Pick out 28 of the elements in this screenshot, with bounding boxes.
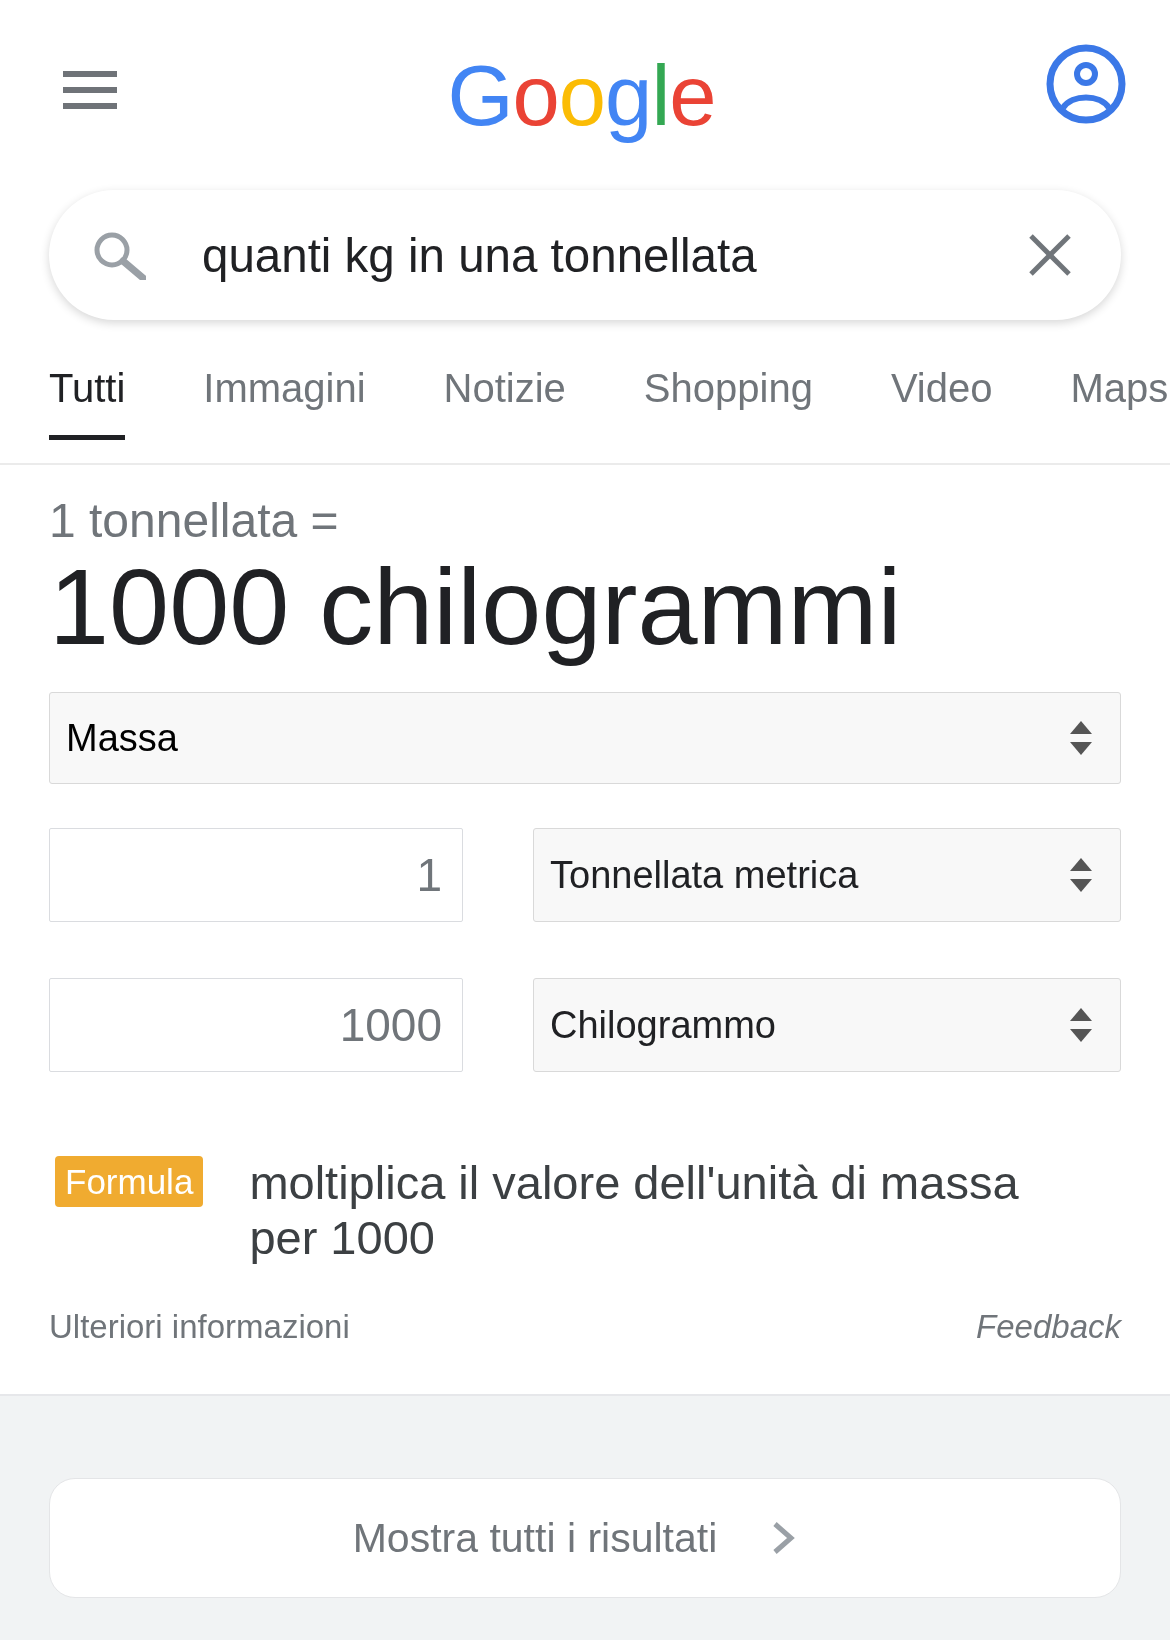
sort-arrows-icon (1070, 1008, 1092, 1042)
chevron-right-icon (771, 1520, 796, 1556)
quantity-select[interactable]: Massa (49, 692, 1121, 784)
sort-arrows-icon (1070, 721, 1092, 755)
formula-text: moltiplica il valore dell'unità di massa per 1000 (249, 1155, 1020, 1265)
tab[interactable]: Tutti (49, 365, 126, 440)
more-info-link[interactable]: Ulteriori informazioni (49, 1307, 350, 1347)
equation-text: 1 tonnellata = (49, 493, 340, 549)
tab[interactable]: Immagini (203, 365, 366, 440)
unit-select[interactable]: Chilogrammo (533, 978, 1121, 1072)
menu-icon[interactable] (63, 71, 117, 109)
tab[interactable]: Video (890, 365, 993, 440)
logo[interactable]: Google (447, 48, 716, 144)
sort-arrows-icon (1070, 858, 1092, 892)
result-text: 1000 chilogrammi (49, 549, 903, 665)
tab[interactable]: Notizie (443, 365, 566, 440)
feedback-link[interactable]: Feedback (976, 1307, 1121, 1347)
unit-select[interactable]: Tonnellata metrica (533, 828, 1121, 922)
tab[interactable]: Maps (1070, 365, 1169, 440)
value-field[interactable]: 1 (49, 828, 463, 922)
account-icon[interactable] (1046, 44, 1126, 124)
search-field[interactable]: quanti kg in una tonnellata (49, 190, 1121, 320)
close-icon[interactable] (1028, 233, 1072, 277)
formula-badge: Formula (55, 1156, 204, 1207)
value-field[interactable]: 1000 (49, 978, 463, 1072)
search-icon (92, 230, 146, 280)
tab[interactable]: Shopping (643, 365, 813, 440)
show-all-button[interactable]: Mostra tutti i risultati (49, 1478, 1121, 1598)
